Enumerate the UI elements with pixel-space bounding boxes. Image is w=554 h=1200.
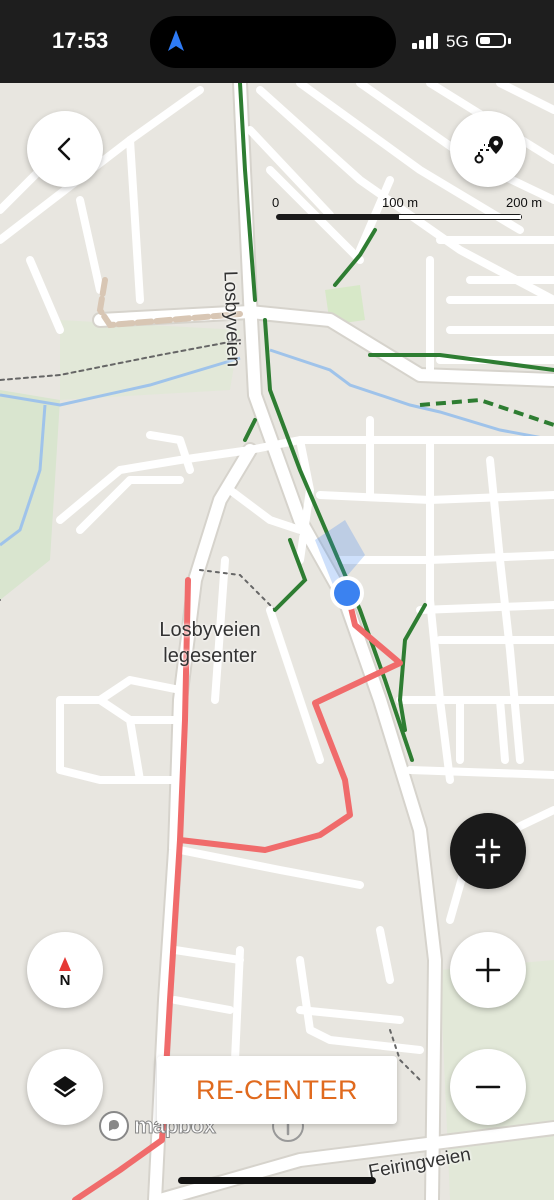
location-puck — [334, 580, 360, 606]
scale-label-100: 100 m — [382, 195, 419, 210]
park-area — [60, 320, 240, 400]
compass-button[interactable]: N — [27, 932, 103, 1008]
zoom-in-button[interactable] — [450, 932, 526, 1008]
battery-icon — [476, 33, 506, 48]
collapse-button[interactable] — [450, 813, 526, 889]
map-canvas[interactable] — [0, 83, 554, 1200]
zoom-out-button[interactable] — [450, 1049, 526, 1125]
plus-icon — [475, 957, 501, 983]
back-button[interactable] — [27, 111, 103, 187]
route-pin-icon — [474, 136, 503, 164]
map-view[interactable]: Losbyveien Feiringveien — [0, 83, 554, 1200]
mapbox-logo-icon — [99, 1111, 129, 1141]
layers-button[interactable] — [27, 1049, 103, 1125]
scale-label-200: 200 m — [506, 195, 543, 210]
recenter-button[interactable]: RE-CENTER — [157, 1056, 397, 1124]
minus-icon — [475, 1085, 501, 1089]
collapse-icon — [475, 838, 501, 864]
status-time: 17:53 — [52, 28, 109, 53]
scale-bar: 0 100 m 200 m — [270, 195, 554, 235]
route-options-button[interactable] — [450, 111, 526, 187]
scale-label-0: 0 — [272, 195, 280, 210]
status-bar: 17:53 5G — [0, 0, 554, 83]
dynamic-island — [150, 16, 396, 68]
home-indicator — [178, 1177, 376, 1184]
compass-arrow-icon — [59, 956, 71, 971]
compass-label: N — [59, 971, 71, 989]
place-label: Losbyveien legesenter — [159, 619, 261, 667]
navigation-arrow-icon — [168, 30, 184, 51]
chevron-left-icon — [57, 137, 71, 161]
network-type: 5G — [446, 32, 469, 51]
street-label-losbyveien: Losbyveien — [219, 270, 244, 368]
layers-icon — [53, 1076, 77, 1098]
cellular-signal-icon — [412, 33, 438, 49]
